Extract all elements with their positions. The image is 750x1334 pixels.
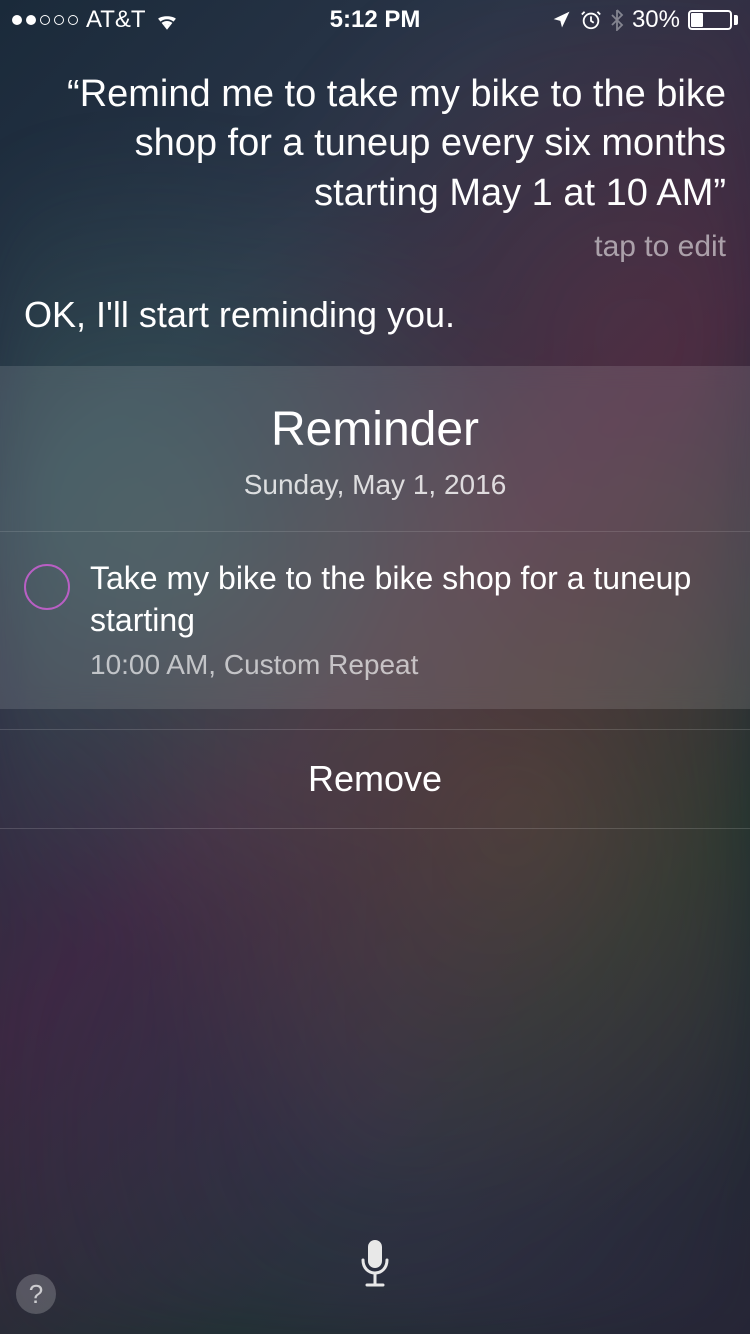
siri-response-text: OK, I'll start reminding you. — [0, 294, 750, 366]
reminder-card: Reminder Sunday, May 1, 2016 Take my bik… — [0, 366, 750, 709]
status-left: AT&T — [12, 6, 180, 34]
status-time: 5:12 PM — [330, 6, 421, 34]
tap-to-edit-hint[interactable]: tap to edit — [0, 226, 750, 294]
reminder-item-text: Take my bike to the bike shop for a tune… — [90, 558, 726, 641]
bluetooth-icon — [610, 9, 624, 31]
alarm-icon — [580, 9, 602, 31]
status-right: 30% — [552, 6, 738, 34]
microphone-icon — [357, 1238, 393, 1290]
carrier-label: AT&T — [86, 6, 146, 34]
reminder-complete-toggle[interactable] — [24, 564, 70, 610]
reminder-item-meta: 10:00 AM, Custom Repeat — [90, 649, 726, 681]
reminder-item-row[interactable]: Take my bike to the bike shop for a tune… — [0, 532, 750, 709]
microphone-button[interactable] — [348, 1237, 402, 1291]
reminder-card-date: Sunday, May 1, 2016 — [20, 469, 730, 501]
siri-user-query[interactable]: “Remind me to take my bike to the bike s… — [0, 40, 750, 226]
reminder-card-title: Reminder — [20, 402, 730, 457]
signal-strength-icon — [12, 15, 78, 25]
reminder-card-header: Reminder Sunday, May 1, 2016 — [0, 366, 750, 532]
battery-icon — [688, 10, 738, 30]
help-button[interactable]: ? — [16, 1274, 56, 1314]
wifi-icon — [154, 10, 180, 30]
battery-percent: 30% — [632, 6, 680, 34]
remove-button[interactable]: Remove — [0, 729, 750, 829]
status-bar: AT&T 5:12 PM 30% — [0, 0, 750, 40]
siri-bottom-bar: ? — [0, 1194, 750, 1334]
location-icon — [552, 10, 572, 30]
